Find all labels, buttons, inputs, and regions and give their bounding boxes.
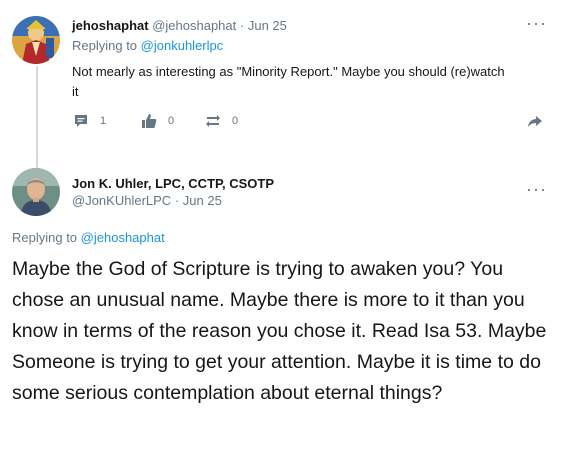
- tweet-text: Maybe the God of Scripture is trying to …: [12, 258, 547, 404]
- replying-mention[interactable]: @jehoshaphat: [81, 230, 165, 245]
- tweet-text: Not mearly as interesting as "Minority R…: [72, 64, 505, 99]
- retweet-button[interactable]: 0: [204, 112, 238, 130]
- replying-to: Replying to @jehoshaphat: [12, 230, 165, 245]
- like-count: 0: [168, 115, 175, 127]
- like-button[interactable]: 0: [140, 112, 174, 130]
- tweet-date[interactable]: Jun 25: [248, 18, 287, 33]
- thumbs-up-icon: [142, 114, 157, 128]
- replying-mention[interactable]: @jonkuhlerlpc: [141, 38, 224, 53]
- reply-tweet[interactable]: jehoshaphat @jehoshaphat · Jun 25 ··· Re…: [0, 0, 561, 160]
- author-name[interactable]: Jon K. Uhler, LPC, CCTP, CSOTP: [72, 176, 274, 191]
- thread-line: [36, 66, 38, 168]
- author-handle[interactable]: @JonKUhlerLPC: [72, 193, 171, 208]
- avatar[interactable]: [12, 16, 60, 64]
- replying-prefix: Replying to: [12, 230, 78, 245]
- tweet-actions: 1 0 0: [72, 112, 548, 134]
- replying-to: Replying to @jonkuhlerlpc: [72, 38, 223, 53]
- avatar[interactable]: [12, 168, 60, 216]
- avatar-image: [12, 168, 60, 216]
- author-meta: @JonKUhlerLPC · Jun 25: [72, 193, 222, 208]
- reply-count: 1: [100, 115, 107, 127]
- separator: ·: [239, 18, 245, 33]
- retweet-icon: [206, 115, 220, 127]
- tweet-date[interactable]: Jun 25: [183, 193, 222, 208]
- reply-icon: [75, 115, 87, 127]
- avatar-image: [12, 16, 60, 64]
- reply-button[interactable]: 1: [72, 112, 106, 130]
- retweet-count: 0: [232, 115, 239, 127]
- share-icon: [528, 116, 542, 127]
- more-options-icon[interactable]: ···: [526, 180, 547, 198]
- replying-prefix: Replying to: [72, 38, 138, 53]
- more-options-icon[interactable]: ···: [526, 14, 547, 32]
- author-name[interactable]: jehoshaphat: [72, 18, 149, 33]
- author-handle[interactable]: @jehoshaphat: [152, 18, 236, 33]
- share-button[interactable]: [526, 112, 544, 130]
- separator: ·: [174, 193, 180, 208]
- tweet-header: jehoshaphat @jehoshaphat · Jun 25: [72, 18, 287, 34]
